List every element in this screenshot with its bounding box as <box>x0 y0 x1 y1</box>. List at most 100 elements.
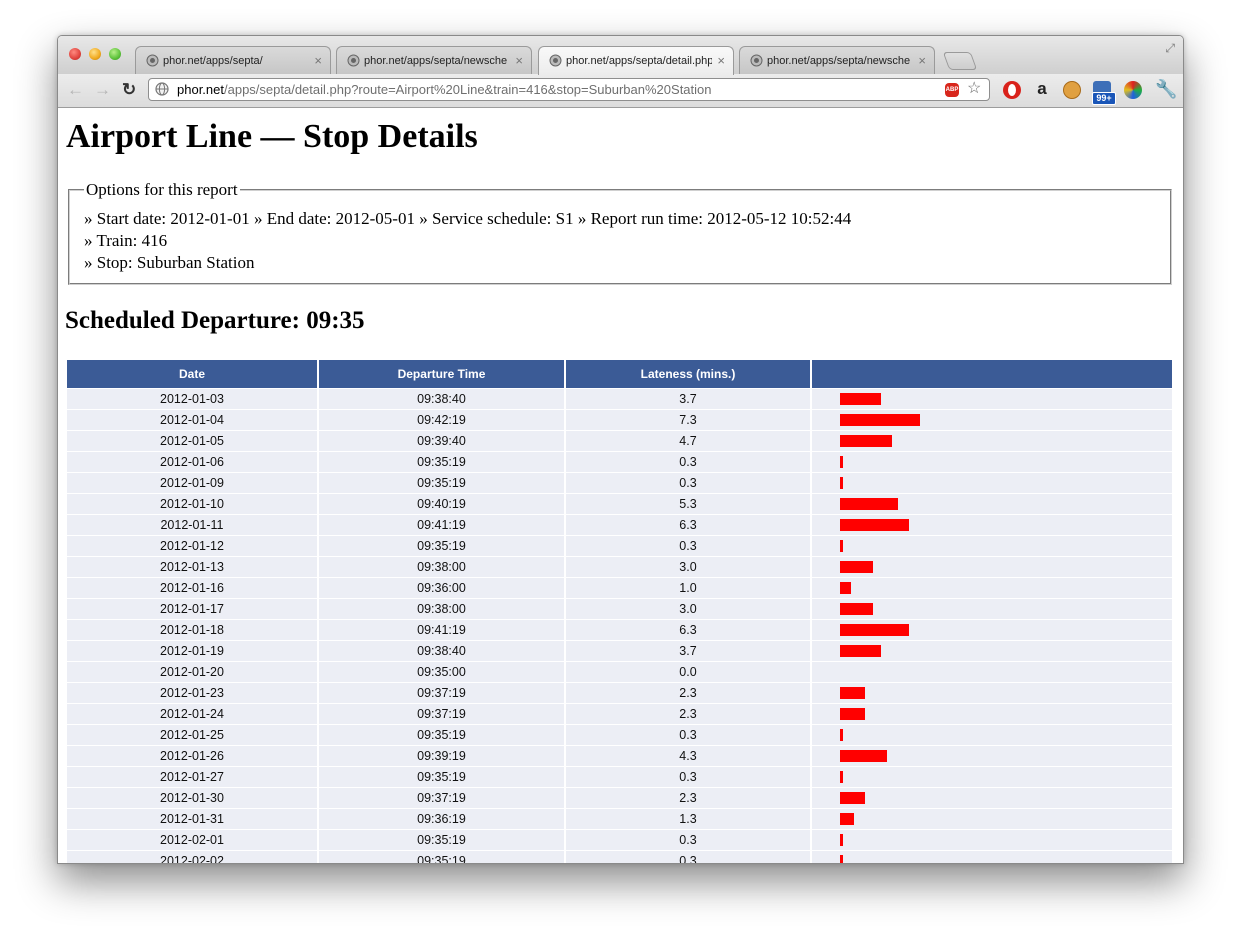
date-cell: 2012-01-11 <box>67 515 317 535</box>
date-cell: 2012-01-25 <box>67 725 317 745</box>
lateness-bar-cell <box>812 494 1172 514</box>
table-row: 2012-01-19 09:38:40 3.7 <box>67 641 1173 662</box>
options-dates-line: » Start date: 2012-01-01 » End date: 201… <box>84 209 852 228</box>
header-bar <box>812 360 1172 388</box>
date-cell: 2012-01-16 <box>67 578 317 598</box>
opera-icon[interactable] <box>1003 81 1021 99</box>
date-cell: 2012-01-20 <box>67 662 317 682</box>
url-host: phor.net <box>177 82 224 97</box>
options-fieldset: Options for this report » Start date: 20… <box>68 180 1172 285</box>
amazon-icon[interactable]: a <box>1033 80 1051 99</box>
date-cell: 2012-01-30 <box>67 788 317 808</box>
tab-favicon-icon <box>146 54 159 67</box>
table-row: 2012-01-05 09:39:40 4.7 <box>67 431 1173 452</box>
back-icon[interactable]: ← <box>67 80 84 100</box>
header-date[interactable]: Date <box>67 360 317 388</box>
lateness-bar <box>840 393 881 405</box>
table-row: 2012-01-27 09:35:19 0.3 <box>67 767 1173 788</box>
departure-time-cell: 09:36:19 <box>319 809 564 829</box>
window-close-button[interactable] <box>69 48 81 60</box>
departure-time-cell: 09:35:19 <box>319 452 564 472</box>
header-lateness[interactable]: Lateness (mins.) <box>566 360 810 388</box>
tab-favicon-icon <box>347 54 360 67</box>
table-header-row: Date Departure Time Lateness (mins.) <box>67 360 1173 389</box>
reload-icon[interactable]: ↻ <box>122 80 136 100</box>
table-row: 2012-01-23 09:37:19 2.3 <box>67 683 1173 704</box>
lateness-cell: 3.0 <box>566 557 810 577</box>
tab-close-icon[interactable]: × <box>717 53 725 68</box>
lateness-bar <box>840 792 865 804</box>
lateness-cell: 4.7 <box>566 431 810 451</box>
forward-icon[interactable]: → <box>94 80 111 100</box>
tab-close-icon[interactable]: × <box>515 53 523 68</box>
lateness-bar <box>840 750 887 762</box>
date-cell: 2012-01-26 <box>67 746 317 766</box>
tab-close-icon[interactable]: × <box>918 53 926 68</box>
window-minimize-button[interactable] <box>89 48 101 60</box>
date-cell: 2012-01-05 <box>67 431 317 451</box>
lateness-cell: 2.3 <box>566 788 810 808</box>
address-bar[interactable]: phor.net/apps/septa/detail.php?route=Air… <box>148 78 990 101</box>
lateness-bar <box>840 414 920 426</box>
lateness-cell: 3.7 <box>566 389 810 409</box>
globe-icon <box>155 82 169 96</box>
departure-time-cell: 09:35:19 <box>319 725 564 745</box>
tab-title: phor.net/apps/septa/ <box>163 55 263 67</box>
departure-time-cell: 09:38:40 <box>319 389 564 409</box>
lateness-bar-cell <box>812 641 1172 661</box>
lateness-bar <box>840 855 843 863</box>
lateness-bar <box>840 435 892 447</box>
window-zoom-button[interactable] <box>109 48 121 60</box>
lateness-bar <box>840 645 881 657</box>
departure-time-cell: 09:36:00 <box>319 578 564 598</box>
new-tab-button[interactable] <box>942 52 978 70</box>
lateness-bar-cell <box>812 620 1172 640</box>
table-body: 2012-01-03 09:38:40 3.7 2012-01-04 09:42:19 7… <box>67 389 1173 863</box>
cookie-icon[interactable] <box>1063 81 1081 99</box>
header-departure-time[interactable]: Departure Time <box>319 360 564 388</box>
lateness-bar <box>840 498 898 510</box>
lateness-cell: 0.3 <box>566 767 810 787</box>
tab-3-active[interactable]: phor.net/apps/septa/detail.php × <box>538 46 734 75</box>
date-cell: 2012-01-03 <box>67 389 317 409</box>
lateness-cell: 0.3 <box>566 725 810 745</box>
fullscreen-icon[interactable]: ⤢ <box>1165 41 1175 56</box>
table-row: 2012-01-24 09:37:19 2.3 <box>67 704 1173 725</box>
date-cell: 2012-01-18 <box>67 620 317 640</box>
tab-1[interactable]: phor.net/apps/septa/ × <box>135 46 331 74</box>
tab-2[interactable]: phor.net/apps/septa/newsche × <box>336 46 532 74</box>
lateness-cell: 2.3 <box>566 704 810 724</box>
table-row: 2012-02-01 09:35:19 0.3 <box>67 830 1173 851</box>
table-row: 2012-01-17 09:38:00 3.0 <box>67 599 1173 620</box>
departure-time-cell: 09:35:19 <box>319 536 564 556</box>
options-legend: Options for this report <box>84 180 240 200</box>
bookmark-star-icon[interactable]: ☆ <box>967 80 981 98</box>
lateness-bar-cell <box>812 410 1172 430</box>
lateness-cell: 1.0 <box>566 578 810 598</box>
adblock-icon[interactable]: ABP <box>945 83 959 97</box>
table-row: 2012-02-02 09:35:19 0.3 <box>67 851 1173 863</box>
departure-time-cell: 09:35:00 <box>319 662 564 682</box>
departure-time-cell: 09:38:00 <box>319 557 564 577</box>
lateness-bar <box>840 624 909 636</box>
departure-time-cell: 09:39:40 <box>319 431 564 451</box>
table-row: 2012-01-03 09:38:40 3.7 <box>67 389 1173 410</box>
url-text[interactable]: phor.net/apps/septa/detail.php?route=Air… <box>177 82 937 98</box>
table-row: 2012-01-12 09:35:19 0.3 <box>67 536 1173 557</box>
color-wheel-icon[interactable] <box>1124 81 1142 99</box>
lateness-table: Date Departure Time Lateness (mins.) 201… <box>67 360 1173 863</box>
date-cell: 2012-01-10 <box>67 494 317 514</box>
tab-close-icon[interactable]: × <box>314 53 322 68</box>
departure-time-cell: 09:37:19 <box>319 704 564 724</box>
lateness-cell: 4.3 <box>566 746 810 766</box>
lateness-bar <box>840 540 843 552</box>
table-row: 2012-01-04 09:42:19 7.3 <box>67 410 1173 431</box>
tab-4[interactable]: phor.net/apps/septa/newsche × <box>739 46 935 74</box>
tab-title: phor.net/apps/septa/newsche <box>364 55 508 67</box>
date-cell: 2012-02-02 <box>67 851 317 863</box>
lateness-cell: 6.3 <box>566 620 810 640</box>
lateness-bar-cell <box>812 473 1172 493</box>
lateness-bar-cell <box>812 557 1172 577</box>
page-title: Airport Line — Stop Details <box>66 118 478 155</box>
wrench-icon[interactable]: 🔧 <box>1155 79 1177 99</box>
